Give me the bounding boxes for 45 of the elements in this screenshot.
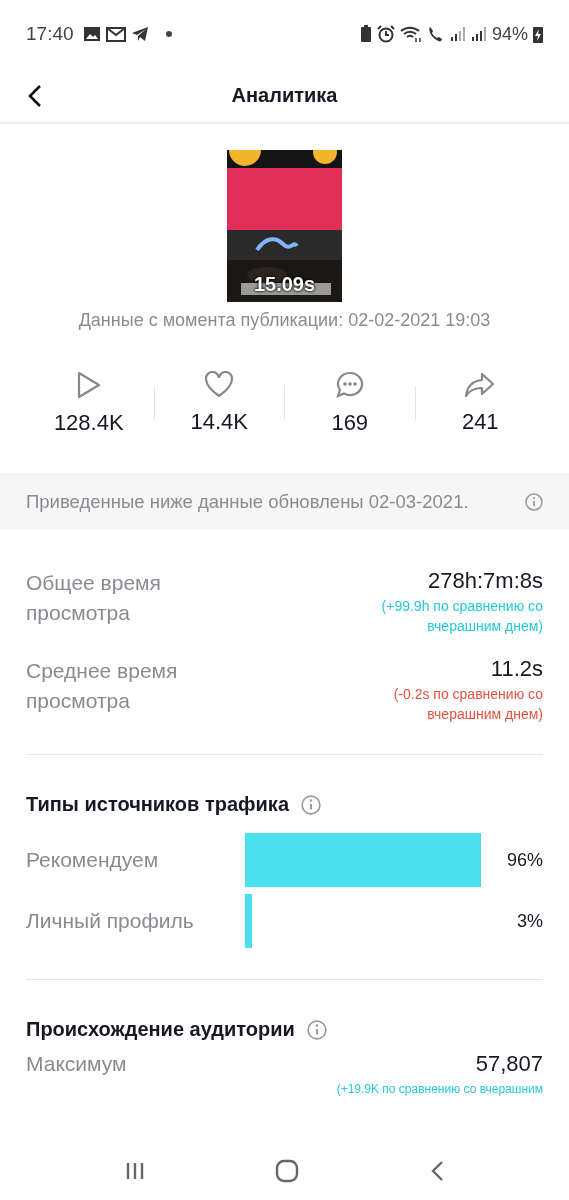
metric-value: 278h:7m:8s <box>428 568 543 594</box>
stat-value: 14.4K <box>190 409 248 435</box>
comment-icon <box>334 370 365 400</box>
home-icon[interactable] <box>275 1159 300 1183</box>
status-time: 17:40 <box>26 23 74 45</box>
gallery-icon <box>82 26 101 42</box>
audience-label: Максимум <box>26 1051 128 1077</box>
audience-change: (+19.9K по сравнению со вчерашним <box>336 1081 543 1098</box>
section-title: Происхождение аудитории <box>26 1018 295 1041</box>
heart-icon <box>204 371 235 399</box>
info-icon[interactable] <box>306 1019 327 1040</box>
audience-value: 57,807 <box>475 1051 543 1077</box>
traffic-percent: 3% <box>516 910 543 932</box>
metric-label: Общее время просмотра <box>26 570 162 626</box>
stat-value: 128.4K <box>53 410 124 436</box>
play-icon <box>75 370 102 400</box>
metric-change: (-0.2s по сравнению со вчерашним днем) <box>392 685 543 724</box>
metric-label: Среднее время просмотра <box>26 658 179 714</box>
page-title: Аналитика <box>231 83 338 107</box>
alarm-icon <box>376 25 395 43</box>
stat-value: 169 <box>331 410 369 436</box>
section-title: Типы источников трафика <box>26 793 289 816</box>
dot-icon <box>165 31 172 37</box>
metric-change: (+99.9h по сравнению со вчерашним днем) <box>380 597 543 636</box>
signal-icon <box>449 26 466 42</box>
share-icon <box>464 371 497 399</box>
mail-icon <box>105 26 126 42</box>
traffic-source-label: Личный профиль <box>26 909 195 933</box>
traffic-source-label: Рекомендуем <box>26 848 160 872</box>
publish-date: Данные с момента публикации: 02-02-2021 19:03 <box>77 310 492 331</box>
wifi-icon <box>399 25 422 43</box>
traffic-bar <box>245 894 253 948</box>
paper-plane-icon <box>130 26 149 42</box>
battery-charging-icon <box>533 25 543 43</box>
metric-value: 11.2s <box>490 656 543 682</box>
notice-text: Приведенные ниже данные обновлены 02-03-2021. <box>26 490 470 514</box>
battery-percent: 94% <box>491 23 528 45</box>
stat-value: 241 <box>461 409 499 435</box>
back-icon[interactable] <box>429 1160 444 1182</box>
traffic-percent: 96% <box>505 849 543 871</box>
battery-saver-icon <box>359 25 372 43</box>
info-icon[interactable] <box>525 492 543 511</box>
recent-apps-icon[interactable] <box>125 1161 146 1181</box>
info-icon[interactable] <box>301 794 321 815</box>
signal-icon <box>470 26 487 42</box>
